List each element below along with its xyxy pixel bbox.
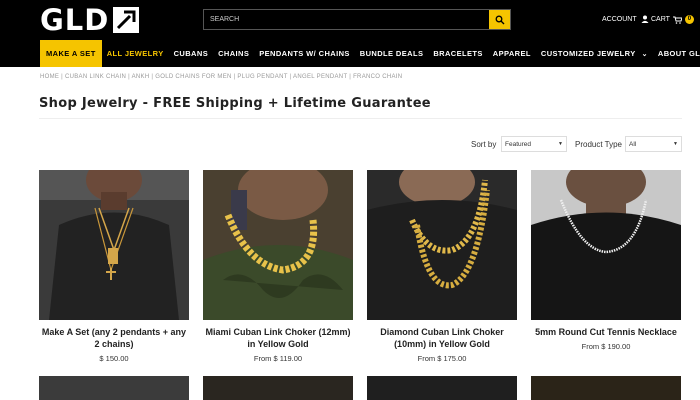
nav-item-chains[interactable]: CHAINS [213,40,254,67]
search-icon [495,15,504,24]
product-title[interactable]: 5mm Round Cut Tennis Necklace [531,326,681,338]
product-image[interactable] [531,170,681,320]
chevron-down-icon: ⌄ [641,50,648,58]
product-image[interactable] [39,170,189,320]
cart-icon [672,16,682,24]
product-type-select[interactable]: All ▼ [625,136,682,152]
product-title[interactable]: Miami Cuban Link Choker (12mm) in Yellow… [203,326,353,350]
product-card[interactable]: Miami Cuban Link Choker (12mm) in Yellow… [203,170,353,363]
product-image[interactable] [367,170,517,320]
nav-item-about[interactable]: ABOUT GLD [653,40,700,67]
product-image[interactable] [203,170,353,320]
dropdown-arrow-icon: ▼ [673,141,678,147]
sort-select[interactable]: Featured ▼ [501,136,567,152]
account-label: ACCOUNT [602,15,637,23]
nav-item-bundle-deals[interactable]: BUNDLE DEALS [355,40,429,67]
product-price: From $ 190.00 [581,342,631,351]
cart-count-badge: 0 [684,15,694,24]
product-title[interactable]: Diamond Cuban Link Choker (10mm) in Yell… [367,326,517,350]
product-price: From $ 119.00 [253,354,303,363]
user-icon [641,15,649,23]
cart-label: CART [651,16,670,23]
product-price: From $ 175.00 [417,354,467,363]
product-image[interactable] [367,376,517,400]
nav-item-customized-jewelry[interactable]: CUSTOMIZED JEWELRY ⌄ [536,40,653,67]
product-image[interactable] [203,376,353,400]
account-link[interactable]: ACCOUNT [602,15,649,23]
divider [39,118,682,119]
sort-label: Sort by [471,140,497,149]
main-nav: MAKE A SET ALL JEWELRY CUBANS CHAINS PEN… [40,40,700,67]
product-title[interactable]: Make A Set (any 2 pendants + any 2 chain… [39,326,189,350]
breadcrumb[interactable]: HOME | CUBAN LINK CHAIN | ANKH | GOLD CH… [40,74,402,80]
nav-item-all-jewelry[interactable]: ALL JEWELRY [102,40,169,67]
nav-item-pendants[interactable]: PENDANTS W/ CHAINS [254,40,355,67]
nav-item-apparel[interactable]: APPAREL [488,40,536,67]
product-price: $ 150.00 [99,354,129,363]
nav-item-customized-label: CUSTOMIZED JEWELRY [540,49,636,58]
dropdown-arrow-icon: ▼ [558,141,563,147]
search-button[interactable] [489,10,510,29]
product-card[interactable]: Diamond Cuban Link Choker (10mm) in Yell… [367,170,517,363]
site-header: GLD ACCOUNT CART 0 [0,0,700,67]
nav-item-cubans[interactable]: CUBANS [169,40,213,67]
sort-value: Featured [505,140,532,148]
product-card[interactable]: 5mm Round Cut Tennis Necklace From $ 190… [531,170,681,351]
logo-text: GLD [40,3,110,37]
nav-item-bracelets[interactable]: BRACELETS [428,40,487,67]
product-card[interactable]: Make A Set (any 2 pendants + any 2 chain… [39,170,189,363]
search-input[interactable] [204,10,489,29]
cart-link[interactable]: CART 0 [651,15,694,24]
logo[interactable]: GLD [40,3,140,37]
pickaxe-icon [113,7,140,33]
product-type-value: All [629,140,637,148]
product-image[interactable] [531,376,681,400]
page-title: Shop Jewelry - FREE Shipping + Lifetime … [39,96,431,111]
product-type-label: Product Type [575,140,622,149]
search-bar [203,9,511,30]
product-image[interactable] [39,376,189,400]
nav-item-make-a-set[interactable]: MAKE A SET [40,40,102,67]
